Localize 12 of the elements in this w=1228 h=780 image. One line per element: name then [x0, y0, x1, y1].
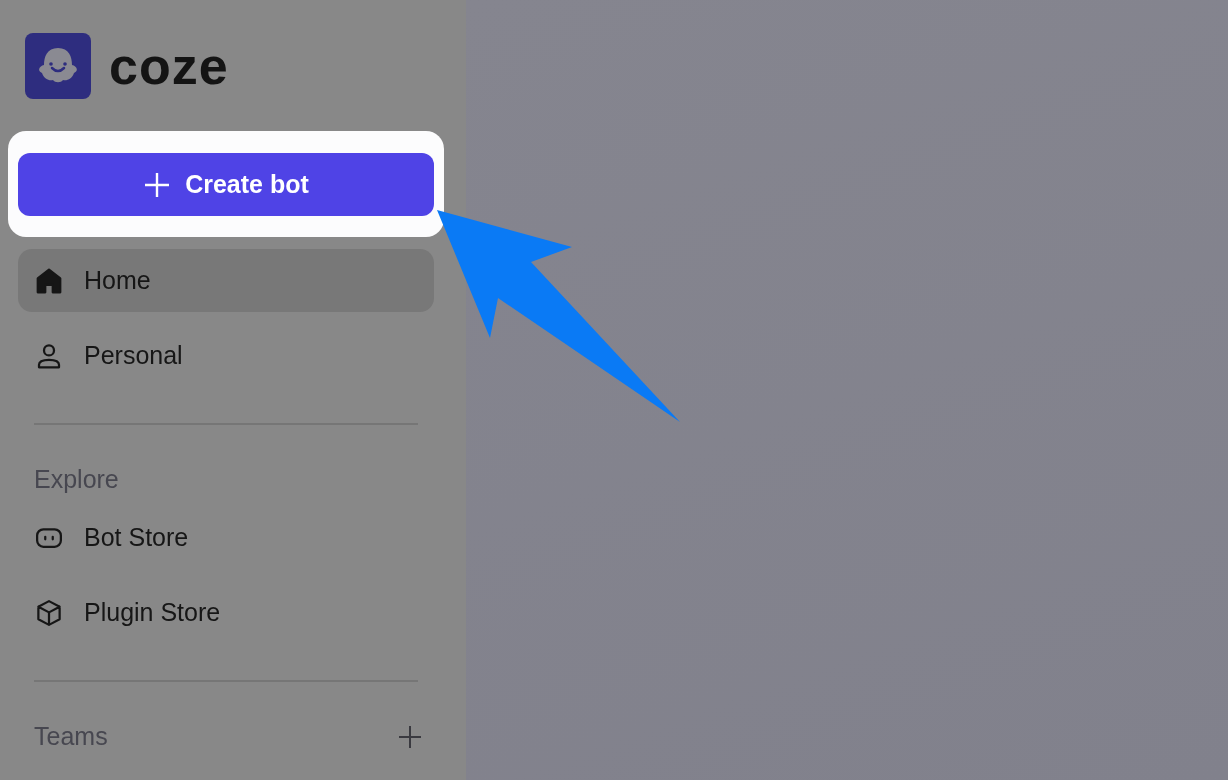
nav-item[interactable]: Plugin Store [18, 581, 434, 644]
nav-item[interactable]: Personal [18, 324, 434, 387]
logo-text: coze [109, 36, 229, 96]
nav-item[interactable]: Bot Store [18, 506, 434, 569]
plus-icon [143, 170, 172, 199]
section-title: Explore [34, 465, 119, 494]
section-title: Teams [34, 722, 108, 751]
create-bot-button[interactable]: Create bot [18, 153, 434, 216]
nav-item[interactable]: Home [18, 249, 434, 312]
logo-icon [25, 33, 91, 99]
cube-icon [34, 597, 64, 628]
add-team-button[interactable] [398, 724, 422, 749]
